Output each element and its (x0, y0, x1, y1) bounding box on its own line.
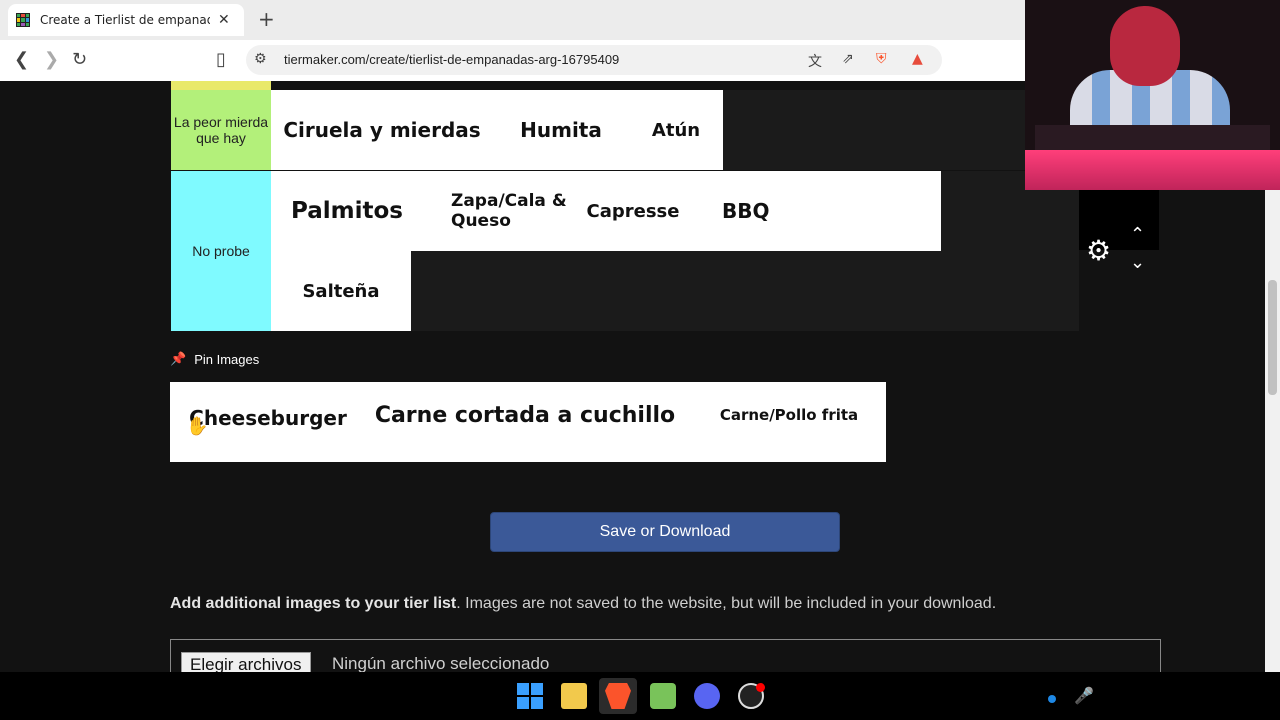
tier-row-partial (171, 81, 271, 90)
pin-images-area: Cheeseburger Carne cortada a cuchillo Ca… (170, 382, 886, 462)
tier-label[interactable]: La peor mierda que hay (171, 90, 271, 170)
hand-cursor-icon: ✋ (186, 416, 209, 437)
add-images-note: . Images are not saved to the website, b… (456, 595, 997, 612)
recording-indicator (756, 683, 765, 692)
tier-item[interactable]: Humita (493, 90, 629, 170)
translate-icon[interactable]: 文 (808, 51, 822, 71)
tray-indicator-icon (1048, 695, 1056, 703)
brave-shield-icon[interactable]: ⛨ (876, 51, 887, 67)
bookmark-icon[interactable]: ▯ (216, 50, 226, 70)
tier-row: No probe Palmitos Zapa/Cala & Queso Capr… (171, 171, 1079, 331)
windows-start-icon[interactable] (517, 683, 543, 709)
webcam-overlay (1025, 0, 1280, 190)
pin-images-toggle[interactable]: 📌 Pin Images (170, 351, 259, 367)
add-images-text: Add additional images to your tier list.… (170, 595, 996, 613)
tier-item[interactable]: Ciruela y mierdas (271, 90, 493, 170)
microphone-icon[interactable]: 🎤 (1074, 686, 1094, 705)
discord-icon[interactable] (694, 683, 720, 709)
scrollbar[interactable] (1265, 190, 1280, 672)
pin-images-label: Pin Images (194, 351, 260, 367)
tier-item[interactable]: Capresse (571, 171, 695, 251)
back-icon[interactable]: ❮ (14, 50, 29, 70)
pin-icon: 📌 (170, 351, 187, 366)
share-icon[interactable]: ⇗ (842, 51, 854, 67)
file-upload-box: Elegir archivos Ningún archivo seleccion… (170, 639, 1161, 672)
tab-title: Create a Tierlist de empanadas A (40, 13, 210, 27)
close-tab-icon[interactable]: ✕ (218, 12, 230, 28)
move-up-icon[interactable]: ⌃ (1130, 224, 1145, 245)
person-head (1110, 6, 1180, 86)
tier-item[interactable]: Palmitos (271, 171, 423, 251)
file-status: Ningún archivo seleccionado (332, 654, 550, 672)
add-images-bold: Add additional images to your tier list (170, 595, 457, 612)
android-studio-icon[interactable] (650, 683, 676, 709)
pin-item[interactable]: Carne cortada a cuchillo (364, 382, 686, 448)
tier-item[interactable]: Atún (629, 90, 723, 170)
scrollbar-thumb[interactable] (1268, 280, 1277, 395)
browser-tab[interactable]: Create a Tierlist de empanadas A ✕ (8, 4, 244, 36)
gear-icon[interactable]: ⚙ (1086, 234, 1111, 267)
save-download-button[interactable]: Save or Download (490, 512, 840, 552)
reload-icon[interactable]: ↻ (72, 50, 87, 70)
tier-item[interactable]: Salteña (271, 251, 411, 331)
tier-row: La peor mierda que hay Ciruela y mierdas… (171, 90, 1079, 170)
site-info-icon[interactable]: ⚙ (254, 51, 267, 67)
rgb-glow (1025, 150, 1280, 190)
choose-files-button[interactable]: Elegir archivos (181, 652, 311, 672)
tier-item[interactable]: Zapa/Cala & Queso (411, 171, 571, 251)
new-tab-button[interactable]: + (258, 9, 275, 29)
tier-label[interactable]: No probe (171, 171, 271, 331)
url-text[interactable]: tiermaker.com/create/tierlist-de-empanad… (284, 52, 619, 67)
file-explorer-icon[interactable] (561, 683, 587, 709)
move-down-icon[interactable]: ⌄ (1130, 252, 1145, 273)
pin-item[interactable]: Carne/Pollo frita (706, 382, 872, 448)
tier-item[interactable]: BBQ (695, 171, 941, 251)
tiermaker-favicon-icon (16, 13, 30, 27)
forward-icon[interactable]: ❯ (44, 50, 59, 70)
brave-rewards-icon[interactable]: ▲ (912, 51, 923, 67)
